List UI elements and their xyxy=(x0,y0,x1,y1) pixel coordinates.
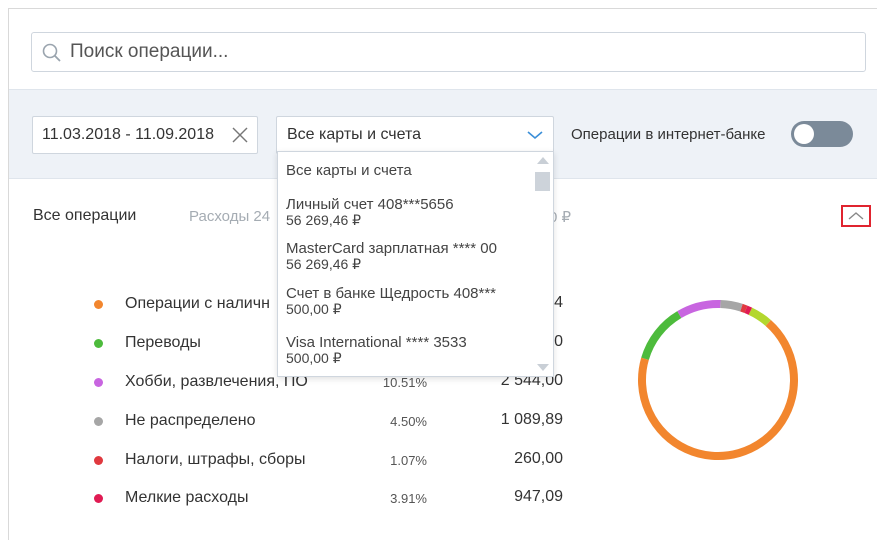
dropdown-item-title: Visa International **** 3533 xyxy=(286,334,467,351)
category-color-dot xyxy=(94,339,103,348)
donut-segment[interactable] xyxy=(677,300,721,319)
category-row[interactable]: Налоги, штрафы, сборы 1.07% 260,00 xyxy=(9,449,609,473)
category-color-dot xyxy=(94,417,103,426)
dropdown-item[interactable]: Visa International **** 3533 500,00 ₽ xyxy=(286,334,531,366)
dropdown-item-amount: 500,00 ₽ xyxy=(286,350,342,366)
search-input[interactable] xyxy=(70,39,850,65)
category-amount: 947,09 xyxy=(514,488,563,505)
category-percent: 4.50% xyxy=(390,414,427,429)
chevron-down-icon xyxy=(527,131,543,140)
category-row[interactable]: Мелкие расходы 3.91% 947,09 xyxy=(9,487,609,511)
category-name: Переводы xyxy=(125,334,201,351)
category-amount: 260,00 xyxy=(514,450,563,467)
search-icon xyxy=(42,43,61,62)
category-name: Операции с наличн xyxy=(125,295,270,312)
search-box[interactable] xyxy=(31,32,866,72)
scroll-thumb[interactable] xyxy=(535,172,550,191)
category-name: Не распределено xyxy=(125,412,256,429)
category-percent: 3.91% xyxy=(390,491,427,506)
dropdown-item-amount: 56 269,46 ₽ xyxy=(286,256,362,272)
category-percent: 10.51% xyxy=(382,375,427,390)
category-name: Налоги, штрафы, сборы xyxy=(125,451,306,468)
dropdown-item-title: Счет в банке Щедрость 408*** xyxy=(286,285,497,302)
toggle-knob xyxy=(794,124,814,144)
dropdown-item[interactable]: MasterCard зарплатная **** 00 56 269,46 … xyxy=(286,240,531,272)
internet-bank-label: Операции в интернет-банке xyxy=(571,126,766,143)
dropdown-scrollbar[interactable] xyxy=(531,152,553,376)
dropdown-item-title: Все карты и счета xyxy=(286,162,412,179)
account-select-value: Все карты и счета xyxy=(287,126,422,143)
donut-segment[interactable] xyxy=(744,305,753,315)
collapse-button[interactable] xyxy=(841,205,871,227)
date-range-field[interactable]: 11.03.2018 - 11.09.2018 xyxy=(32,116,258,154)
category-name: Мелкие расходы xyxy=(125,489,249,506)
category-color-dot xyxy=(94,456,103,465)
account-select[interactable]: Все карты и счета xyxy=(276,116,554,154)
dropdown-item-all[interactable]: Все карты и счета xyxy=(286,162,531,179)
date-range-value: 11.03.2018 - 11.09.2018 xyxy=(42,126,214,143)
scroll-up-arrow-icon[interactable] xyxy=(537,157,549,164)
donut-segment[interactable] xyxy=(641,311,682,361)
category-color-dot xyxy=(94,494,103,503)
donut-segment[interactable] xyxy=(720,300,743,312)
tab-expenses[interactable]: Расходы 24 xyxy=(189,208,270,225)
app-frame: 11.03.2018 - 11.09.2018 Все карты и счет… xyxy=(8,8,877,540)
category-row[interactable]: Не распределено 4.50% 1 089,89 xyxy=(9,410,609,434)
scroll-down-arrow-icon[interactable] xyxy=(537,364,549,371)
dropdown-item-title: MasterCard зарплатная **** 00 xyxy=(286,240,497,257)
account-dropdown: Все карты и счета Личный счет 408***5656… xyxy=(277,151,554,377)
dropdown-item-amount: 500,00 ₽ xyxy=(286,301,342,317)
dropdown-item[interactable]: Счет в банке Щедрость 408*** 500,00 ₽ xyxy=(286,285,531,317)
category-percent: 1.07% xyxy=(390,453,427,468)
category-color-dot xyxy=(94,300,103,309)
internet-bank-toggle[interactable] xyxy=(791,121,853,147)
expense-donut-chart xyxy=(638,300,798,460)
close-icon[interactable] xyxy=(232,127,248,143)
dropdown-item-amount: 56 269,46 ₽ xyxy=(286,212,362,228)
donut-segment[interactable] xyxy=(638,319,798,460)
category-color-dot xyxy=(94,378,103,387)
donut-segment[interactable] xyxy=(748,307,771,327)
donut-segment[interactable] xyxy=(740,303,748,314)
tab-all-operations[interactable]: Все операции xyxy=(33,207,136,225)
dropdown-item[interactable]: Личный счет 408***5656 56 269,46 ₽ xyxy=(286,196,531,228)
search-section xyxy=(9,9,877,89)
chevron-up-icon xyxy=(848,212,864,220)
dropdown-item-title: Личный счет 408***5656 xyxy=(286,196,454,213)
category-amount: 1 089,89 xyxy=(500,411,563,428)
